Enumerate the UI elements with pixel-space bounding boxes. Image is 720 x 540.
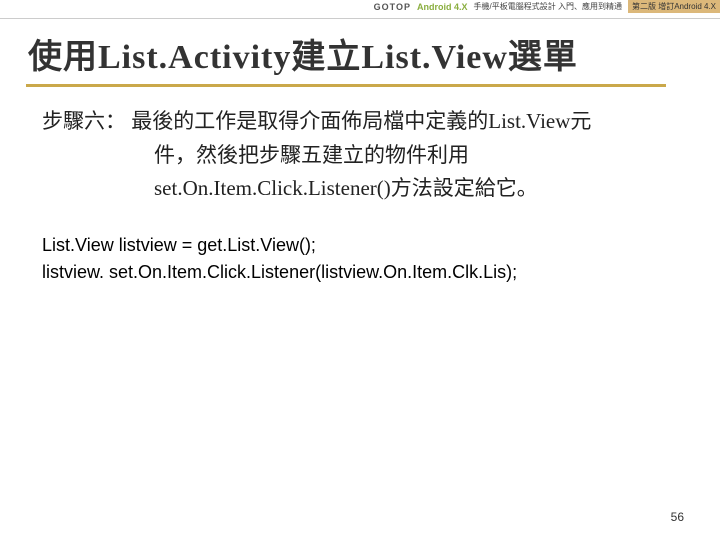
slide-content: 使用List.Activity建立List.View選單 步驟六： 最後的工作是… (0, 19, 720, 286)
step-line1: 最後的工作是取得介面佈局檔中定義的List.View元 (131, 109, 591, 133)
step-block: 步驟六： 最後的工作是取得介面佈局檔中定義的List.View元 件，然後把步驟… (42, 105, 692, 206)
code-line1: List.View listview = get.List.View(); (42, 232, 692, 259)
step-line3: set.On.Item.Click.Listener()方法設定給它。 (154, 172, 692, 206)
page-number: 56 (671, 510, 684, 524)
step-label: 步驟六： (42, 109, 126, 133)
code-block: List.View listview = get.List.View(); li… (42, 232, 692, 286)
step-line2: 件，然後把步驟五建立的物件利用 (154, 139, 692, 173)
logo-gotop: GOTOP (374, 2, 411, 12)
code-line2: listview. set.On.Item.Click.Listener(lis… (42, 259, 692, 286)
edition-badge: 第二版 增訂Android 4.X (628, 0, 720, 13)
header-bar: GOTOP Android 4.X 手機/平板電腦程式設計 入門、應用到精通 第… (0, 0, 720, 19)
slide-title: 使用List.Activity建立List.View選單 (28, 29, 692, 78)
header-logos: GOTOP Android 4.X 手機/平板電腦程式設計 入門、應用到精通 第… (374, 0, 720, 13)
title-underline (26, 84, 666, 87)
logo-android-sub: 手機/平板電腦程式設計 入門、應用到精通 (474, 1, 622, 12)
logo-android: Android 4.X (417, 2, 468, 12)
